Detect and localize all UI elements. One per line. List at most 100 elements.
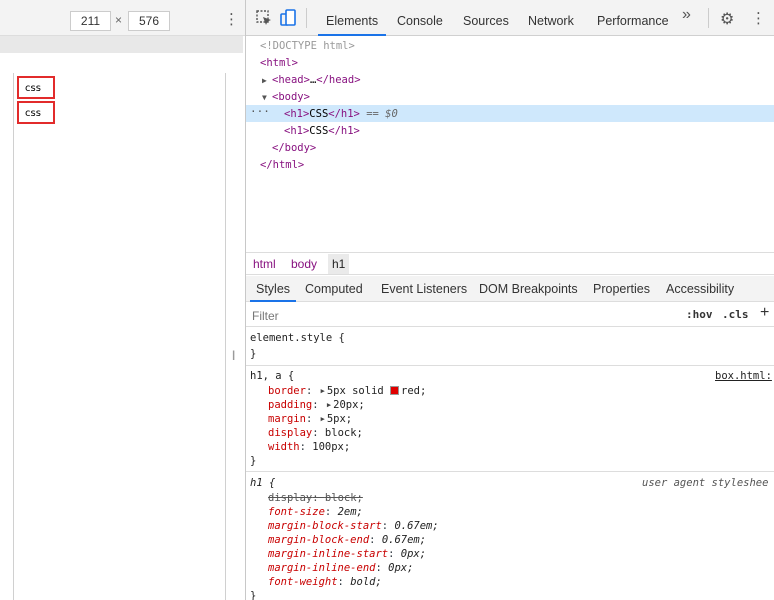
style-property[interactable]: padding: ▶ 20px; <box>268 398 365 412</box>
inspect-element-icon[interactable] <box>254 8 274 28</box>
property-name: width <box>268 441 300 453</box>
property-value: block; <box>324 427 363 439</box>
property-name: font-size <box>268 506 325 518</box>
breadcrumb: html body h1 <box>246 252 774 275</box>
style-property[interactable]: margin-block-start: 0.67em; <box>268 519 439 533</box>
styles-filter-bar: :hov .cls + <box>246 303 774 327</box>
property-name: font-weight <box>268 576 338 588</box>
style-property[interactable]: margin-inline-end: 0px; <box>268 561 413 575</box>
expand-arrow-icon[interactable]: ▶ <box>321 412 325 426</box>
rule-selector[interactable]: h1 { <box>250 476 275 490</box>
tab-styles[interactable]: Styles <box>250 276 297 302</box>
style-property[interactable]: margin-block-end: 0.67em; <box>268 533 426 547</box>
style-property[interactable]: display: block; <box>268 426 363 440</box>
breadcrumb-body[interactable]: body <box>291 257 317 271</box>
expand-arrow-icon[interactable]: ▶ <box>321 384 325 398</box>
property-name: margin-block-end <box>268 534 370 546</box>
property-value: 20px; <box>333 399 365 411</box>
html-close-tag: </html> <box>260 159 305 171</box>
hover-state-toggle[interactable]: :hov <box>686 308 713 321</box>
height-input[interactable]: 576 <box>128 11 170 31</box>
property-value: 100px; <box>312 441 351 453</box>
h1-open-tag: <h1> <box>284 125 310 137</box>
h1-close-tag: </h1> <box>328 108 360 120</box>
dom-body-close[interactable]: </body> <box>272 140 316 157</box>
tab-performance[interactable]: Performance <box>597 0 669 36</box>
dom-h1-selected[interactable]: <h1>CSS</h1> == $0 <box>284 106 398 123</box>
dom-doctype[interactable]: <!DOCTYPE html> <box>260 38 355 55</box>
more-tabs-icon[interactable]: » <box>682 6 691 24</box>
style-property[interactable]: width: 100px; <box>268 440 350 454</box>
collapse-arrow-icon[interactable]: ▼ <box>262 89 272 106</box>
sidebar-tabs: Styles Computed Event Listeners DOM Brea… <box>246 276 774 302</box>
property-value: 5px; <box>326 413 353 425</box>
rule-h1-user-agent: h1 { user agent styleshee display: block… <box>246 472 774 600</box>
head-open-tag: <head> <box>272 74 310 86</box>
tab-elements[interactable]: Elements <box>318 0 387 36</box>
property-name: margin-block-start <box>268 520 382 532</box>
property-value: 0px; <box>388 562 414 574</box>
dimension-times-symbol: × <box>115 13 123 27</box>
style-property-overridden[interactable]: display: block; <box>268 491 363 505</box>
property-value: 0.67em; <box>394 520 439 532</box>
filter-input[interactable] <box>252 307 676 325</box>
device-preview-pane: 211 × 576 ⋮ css css || <box>0 0 245 600</box>
property-value: bold; <box>350 576 382 588</box>
expand-arrow-icon[interactable]: ▶ <box>327 398 331 412</box>
tab-computed[interactable]: Computed <box>305 276 363 302</box>
rule-source: user agent styleshee <box>642 477 769 489</box>
property-value: 0.67em; <box>381 534 427 546</box>
dom-head-node[interactable]: ▶ <head>…</head> <box>262 72 361 89</box>
dom-h1[interactable]: <h1>CSS</h1> <box>284 123 360 140</box>
body-open-tag: <body> <box>272 91 310 103</box>
breadcrumb-html[interactable]: html <box>253 257 276 271</box>
dom-html-close[interactable]: </html> <box>260 157 304 174</box>
device-more-icon[interactable]: ⋮ <box>224 10 239 30</box>
toolbar-divider <box>708 8 709 28</box>
doctype-text: <!DOCTYPE html> <box>260 40 355 52</box>
device-toggle-icon[interactable] <box>278 8 298 28</box>
breadcrumb-h1[interactable]: h1 <box>328 254 350 274</box>
tab-properties[interactable]: Properties <box>593 276 650 302</box>
rule-h1-a: h1, a { box.html: border: ▶ 5px solid red… <box>246 366 774 472</box>
device-viewport: css css <box>13 73 226 600</box>
tab-network[interactable]: Network <box>528 0 574 36</box>
property-value: 5px solid <box>326 385 391 397</box>
style-property[interactable]: margin: ▶ 5px; <box>268 412 352 426</box>
tab-dom-breakpoints[interactable]: DOM Breakpoints <box>479 276 578 302</box>
class-toggle[interactable]: .cls <box>722 308 749 321</box>
rule-source-link[interactable]: box.html: <box>715 369 772 383</box>
property-value-extra: red; <box>401 385 427 397</box>
tab-sources[interactable]: Sources <box>463 0 509 36</box>
style-property[interactable]: border: ▶ 5px solid red; <box>268 384 426 398</box>
device-toolbar: 211 × 576 ⋮ <box>0 0 245 36</box>
rule-selector[interactable]: h1, a { <box>250 369 294 383</box>
tab-console[interactable]: Console <box>397 0 443 36</box>
css-box: css <box>17 76 55 99</box>
rule-close-brace: } <box>250 348 257 360</box>
dom-html-open[interactable]: <html> <box>260 55 298 72</box>
rule-close-brace: } <box>250 455 257 467</box>
width-input[interactable]: 211 <box>70 11 111 31</box>
property-name: padding <box>268 399 313 411</box>
expand-arrow-icon[interactable]: ▶ <box>262 72 272 89</box>
new-rule-icon[interactable]: + <box>760 304 769 322</box>
ruler-bar <box>0 36 243 53</box>
tab-event-listeners[interactable]: Event Listeners <box>381 276 467 302</box>
settings-gear-icon[interactable]: ⚙ <box>720 9 734 29</box>
style-property[interactable]: margin-inline-start: 0px; <box>268 547 426 561</box>
node-actions-icon[interactable]: ··· <box>250 105 270 119</box>
color-swatch[interactable] <box>390 386 400 395</box>
style-property[interactable]: font-size: 2em; <box>268 505 363 519</box>
resize-grip-icon[interactable]: || <box>232 350 236 361</box>
rule-close-brace: } <box>250 590 257 600</box>
devtools-menu-icon[interactable]: ⋮ <box>751 9 766 27</box>
dom-body-open[interactable]: ▼ <body> <box>262 89 310 106</box>
style-property[interactable]: font-weight: bold; <box>268 575 382 589</box>
property-value: block; <box>324 492 363 504</box>
tab-accessibility[interactable]: Accessibility <box>666 276 734 302</box>
property-value: 2em; <box>337 506 363 518</box>
property-name: margin-inline-start <box>268 548 389 560</box>
rule-element-style: element.style { } <box>246 328 774 366</box>
rule-selector[interactable]: element.style { <box>250 331 345 345</box>
